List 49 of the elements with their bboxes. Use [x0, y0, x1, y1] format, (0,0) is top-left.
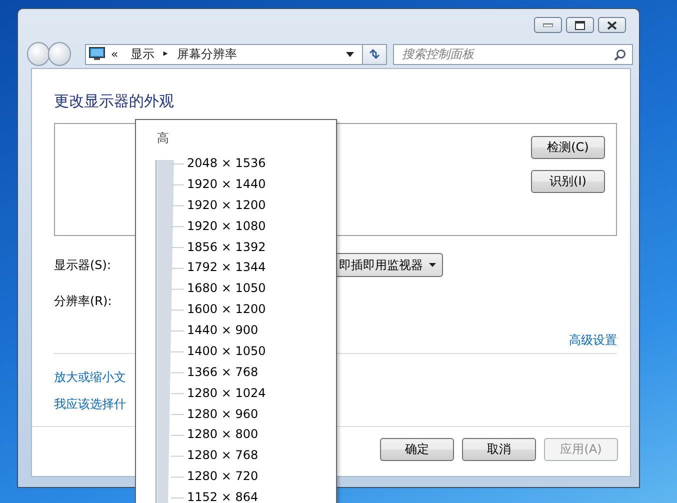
close-icon	[607, 20, 617, 30]
resolution-option[interactable]: 1152 × 864	[187, 487, 258, 503]
forward-button[interactable]	[48, 42, 71, 66]
help-link[interactable]: 放大或缩小文	[54, 369, 126, 385]
dropdown-caret-icon[interactable]	[346, 52, 354, 56]
display-label: 显示器(S):	[54, 256, 112, 274]
dropdown-caret-icon	[429, 263, 436, 267]
resolution-option[interactable]: 1440 × 900	[187, 320, 258, 341]
resolution-option[interactable]: 1856 × 1392	[187, 236, 266, 258]
help-link[interactable]: 我应该选择什	[54, 396, 126, 412]
monitor-button[interactable]: 识别(I)	[531, 170, 605, 193]
resolution-option[interactable]: 1280 × 720	[187, 466, 258, 488]
resolution-option[interactable]: 1600 × 1200	[187, 299, 266, 320]
refresh-button[interactable]	[363, 44, 387, 64]
resolution-option[interactable]: 1280 × 1024	[187, 382, 266, 404]
back-button[interactable]	[27, 42, 50, 66]
breadcrumb-overflow[interactable]: «	[104, 47, 124, 61]
slider-track-drawing[interactable]	[154, 160, 184, 503]
resolution-option[interactable]: 1920 × 1200	[187, 194, 266, 216]
search-field[interactable]: 搜索控制面板	[393, 44, 633, 64]
monitor-icon	[88, 47, 105, 61]
maximize-button[interactable]	[566, 17, 594, 33]
minimize-icon	[543, 23, 553, 27]
breadcrumb-item[interactable]: 显示	[124, 46, 160, 62]
dialog-button[interactable]: 取消	[462, 438, 536, 461]
resolution-option[interactable]: 1280 × 768	[187, 445, 258, 466]
breadcrumb-separator: ▸	[162, 49, 169, 59]
search-icon[interactable]	[614, 48, 626, 60]
resolution-option[interactable]: 1400 × 1050	[187, 340, 266, 362]
resolution-option[interactable]: 1366 × 768	[187, 362, 258, 383]
monitor-button[interactable]: 检测(C)	[531, 136, 605, 159]
close-button[interactable]	[598, 17, 626, 33]
resolution-option[interactable]: 2048 × 1536	[187, 153, 266, 174]
address-bar[interactable]: « 显示 ▸ 屏幕分辨率	[84, 44, 364, 64]
minimize-button[interactable]	[534, 17, 562, 33]
resolution-option[interactable]: 1920 × 1080	[187, 216, 266, 237]
resolution-option[interactable]: 1280 × 960	[187, 404, 258, 424]
breadcrumb-item[interactable]: 屏幕分辨率	[170, 46, 243, 62]
resolution-label: 分辨率(R):	[54, 292, 112, 310]
refresh-icon	[368, 48, 382, 60]
maximize-icon	[575, 20, 585, 30]
dialog-button[interactable]: 确定	[380, 438, 454, 461]
resolution-option[interactable]: 1280 × 800	[187, 424, 258, 446]
slider-top-label: 高	[157, 130, 169, 147]
page-heading: 更改显示器的外观	[54, 92, 175, 110]
resolution-option[interactable]: 1792 × 1344	[187, 257, 266, 278]
resolution-option[interactable]: 1680 × 1050	[187, 278, 266, 300]
resolution-option[interactable]: 1920 × 1440	[187, 174, 266, 195]
advanced-settings-link[interactable]: 高级设置	[569, 332, 617, 348]
